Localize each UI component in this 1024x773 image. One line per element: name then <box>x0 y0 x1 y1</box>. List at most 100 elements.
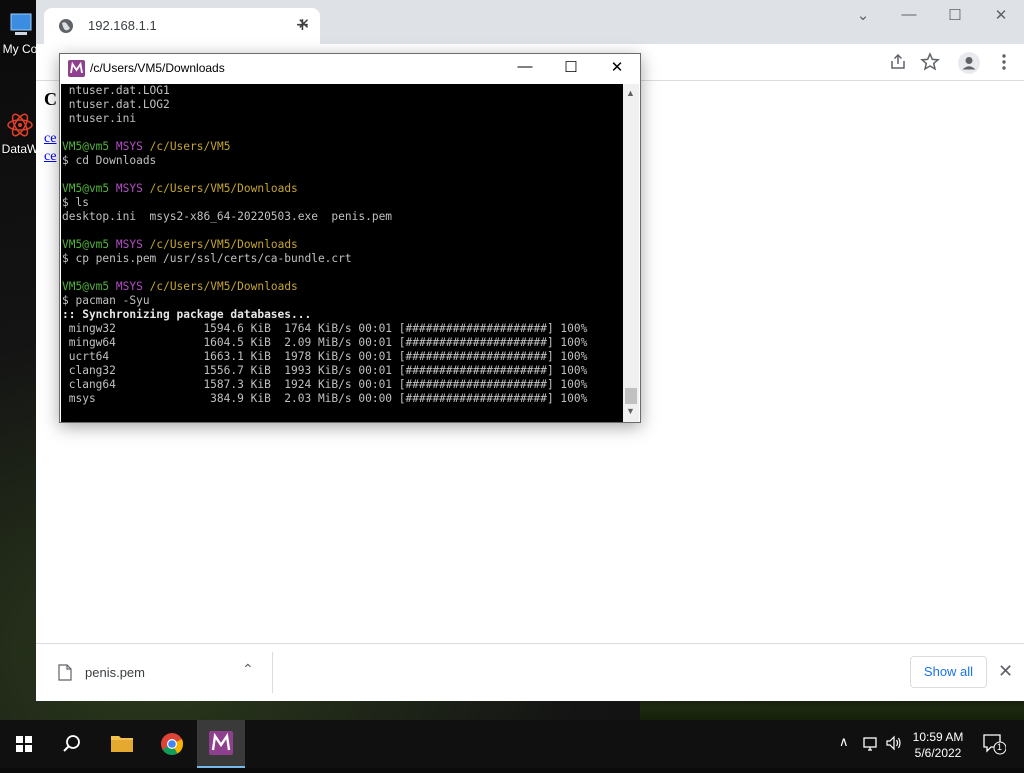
terminal-output-line: msys 384.9 KiB 2.03 MiB/s 00:00 [#######… <box>62 392 588 406</box>
terminal-line-text: msys 384.9 KiB 2.03 MiB/s 00:00 [#######… <box>62 392 588 405</box>
show-all-button[interactable]: Show all <box>910 656 987 688</box>
prompt-env: MSYS <box>115 280 143 293</box>
computer-icon <box>5 10 35 40</box>
terminal-line-text: $ pacman -Syu <box>62 294 150 307</box>
scroll-down-icon[interactable]: ▼ <box>626 406 635 416</box>
terminal-maximize-button[interactable]: ☐ <box>560 58 582 76</box>
desktop-icon-label: DataW <box>1 142 39 156</box>
menu-kebab-icon[interactable] <box>994 52 1014 72</box>
terminal-output-line: ntuser.dat.LOG1 <box>62 84 587 98</box>
download-bar: penis.pem ⌃ Show all ✕ <box>36 643 1024 701</box>
terminal-close-button[interactable]: ✕ <box>606 58 628 76</box>
terminal-line-text: $ ls <box>62 196 89 209</box>
prompt-env: MSYS <box>115 238 143 251</box>
tab-strip: 192.168.1.1 ✕ + ⌄ — ☐ ✕ <box>36 0 1024 44</box>
terminal-title: /c/Users/VM5/Downloads <box>90 61 225 75</box>
terminal-output-line: ntuser.dat.LOG2 <box>62 98 587 112</box>
terminal-title-bar[interactable]: /c/Users/VM5/Downloads — ☐ ✕ <box>60 54 640 83</box>
page-link[interactable]: ce <box>44 131 56 147</box>
terminal-output-line: $ pacman -Syu <box>62 294 587 308</box>
terminal-line-text: mingw32 1594.6 KiB 1764 KiB/s 00:01 [###… <box>62 322 588 335</box>
volume-icon[interactable] <box>885 735 903 754</box>
terminal-line-text: ucrt64 1663.1 KiB 1978 KiB/s 00:01 [####… <box>62 350 588 363</box>
terminal-output[interactable]: ntuser.dat.LOG1 ntuser.dat.LOG2 ntuser.i… <box>61 84 623 422</box>
msys2-terminal-window: /c/Users/VM5/Downloads — ☐ ✕ ntuser.dat.… <box>59 53 641 423</box>
terminal-line-text: :: Synchronizing package databases... <box>62 308 312 321</box>
terminal-line-text: $ cp penis.pem /usr/ssl/certs/ca-bundle.… <box>62 252 352 265</box>
profile-avatar-icon[interactable] <box>958 52 980 74</box>
terminal-line-text: ntuser.ini <box>62 112 137 125</box>
windows-logo-icon <box>16 736 32 752</box>
prompt-user: VM5@vm5 <box>62 280 110 293</box>
bookmark-star-icon[interactable] <box>920 52 940 72</box>
prompt-user: VM5@vm5 <box>62 238 110 251</box>
terminal-output-line: mingw32 1594.6 KiB 1764 KiB/s 00:01 [###… <box>62 322 588 336</box>
start-button[interactable] <box>0 720 48 768</box>
prompt-path: /c/Users/VM5/Downloads <box>149 238 298 251</box>
chrome-icon <box>161 733 184 755</box>
clock-date: 5/6/2022 <box>914 746 962 760</box>
download-item-name[interactable]: penis.pem <box>85 665 145 680</box>
file-icon <box>58 664 72 681</box>
search-button[interactable] <box>48 720 96 768</box>
terminal-output-line: ntuser.ini <box>62 112 587 126</box>
desktop-icon-my-computer[interactable]: My Co <box>0 10 40 56</box>
terminal-output-line: clang64 1587.3 KiB 1924 KiB/s 00:01 [###… <box>62 378 588 392</box>
divider <box>272 652 273 693</box>
close-button[interactable]: ✕ <box>990 6 1012 24</box>
terminal-output-line: :: Synchronizing package databases... <box>62 308 587 322</box>
scroll-thumb[interactable] <box>625 388 637 404</box>
terminal-scrollbar[interactable]: ▲ ▼ <box>623 84 639 422</box>
taskbar-msys2[interactable] <box>197 720 245 768</box>
desktop-icon-dataw[interactable]: DataW <box>0 110 40 156</box>
atom-icon <box>5 110 35 140</box>
terminal-line-text: ntuser.dat.LOG2 <box>62 98 170 111</box>
system-clock[interactable]: 10:59 AM 5/6/2022 <box>906 729 970 761</box>
close-download-bar-icon[interactable]: ✕ <box>998 662 1013 680</box>
terminal-line-text: $ cd Downloads <box>62 154 157 167</box>
terminal-output-line: $ cd Downloads <box>62 154 587 168</box>
terminal-line-text: clang64 1587.3 KiB 1924 KiB/s 00:01 [###… <box>62 378 588 391</box>
terminal-line-text: desktop.ini msys2-x86_64-20220503.exe pe… <box>62 210 393 223</box>
terminal-output-line: desktop.ini msys2-x86_64-20220503.exe pe… <box>62 210 587 224</box>
terminal-output-line: ucrt64 1663.1 KiB 1978 KiB/s 00:01 [####… <box>62 350 588 364</box>
terminal-prompt-line: VM5@vm5 MSYS /c/Users/VM5/Downloads <box>62 238 587 252</box>
minimize-button[interactable]: — <box>898 6 920 23</box>
taskbar-chrome[interactable] <box>148 720 196 768</box>
terminal-line-text: mingw64 1604.5 KiB 2.09 MiB/s 00:01 [###… <box>62 336 588 349</box>
network-icon[interactable] <box>862 736 880 755</box>
tab-192-168-1-1[interactable]: 192.168.1.1 ✕ <box>44 8 320 44</box>
page-heading: C <box>44 89 57 109</box>
terminal-prompt-line: VM5@vm5 MSYS /c/Users/VM5/Downloads <box>62 280 587 294</box>
prompt-env: MSYS <box>115 140 143 153</box>
tab-search-icon[interactable]: ⌄ <box>852 6 874 24</box>
terminal-minimize-button[interactable]: — <box>514 58 536 75</box>
chevron-up-icon[interactable]: ⌃ <box>242 661 254 678</box>
terminal-lines: ntuser.dat.LOG1 ntuser.dat.LOG2 ntuser.i… <box>62 84 587 406</box>
search-icon <box>63 735 80 752</box>
notification-center-icon[interactable]: 1 <box>982 733 1007 758</box>
new-tab-button[interactable]: + <box>296 14 309 36</box>
prompt-user: VM5@vm5 <box>62 182 110 195</box>
tray-overflow-chevron-icon[interactable]: ∧ <box>839 734 849 750</box>
terminal-output-line: clang32 1556.7 KiB 1993 KiB/s 00:01 [###… <box>62 364 588 378</box>
maximize-button[interactable]: ☐ <box>944 6 966 24</box>
prompt-path: /c/Users/VM5 <box>149 140 231 153</box>
clock-time: 10:59 AM <box>912 730 964 744</box>
share-icon[interactable] <box>888 52 908 72</box>
terminal-prompt-line: VM5@vm5 MSYS /c/Users/VM5/Downloads <box>62 182 587 196</box>
terminal-output-line: mingw64 1604.5 KiB 2.09 MiB/s 00:01 [###… <box>62 336 588 350</box>
msys2-logo-icon <box>209 731 233 755</box>
folder-icon <box>111 736 133 752</box>
scroll-up-icon[interactable]: ▲ <box>626 88 635 98</box>
page-link[interactable]: ce <box>44 149 56 165</box>
terminal-line-text: clang32 1556.7 KiB 1993 KiB/s 00:01 [###… <box>62 364 588 377</box>
taskbar: ∧ 10:59 AM 5/6/2022 1 <box>0 720 1024 768</box>
taskbar-file-explorer[interactable] <box>98 720 146 768</box>
prompt-user: VM5@vm5 <box>62 140 110 153</box>
desktop-icon-label: My Co <box>2 42 38 56</box>
